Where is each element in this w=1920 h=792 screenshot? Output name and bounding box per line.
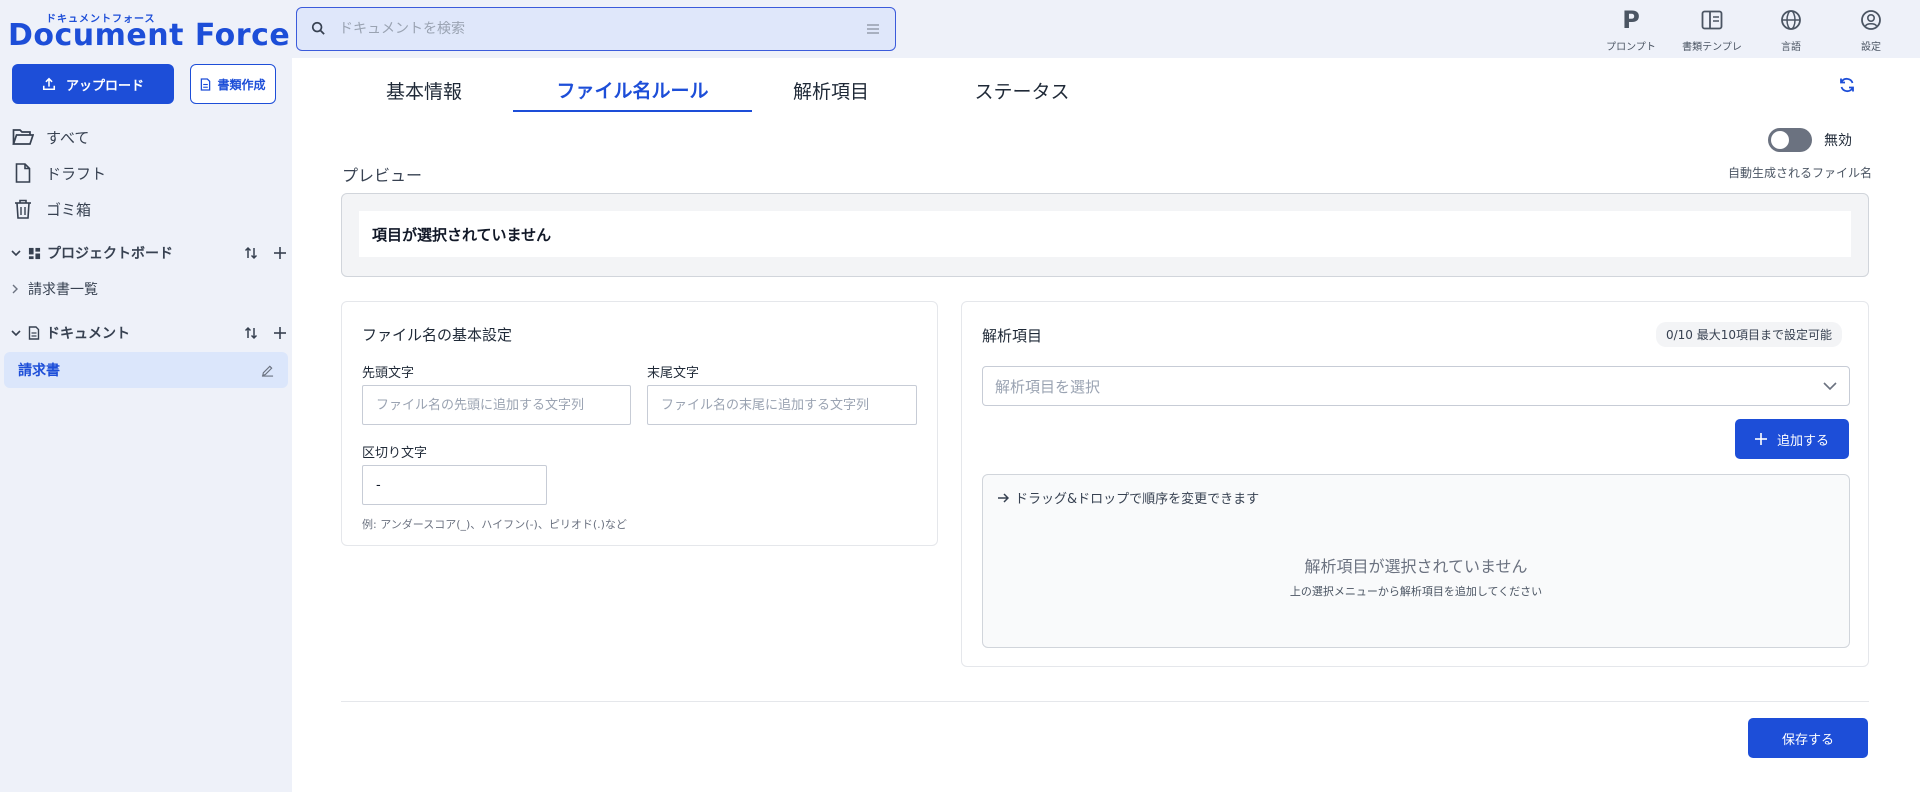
prefix-input[interactable] (362, 385, 631, 425)
header-tool-label: プロンプト (1606, 42, 1656, 53)
header-tool-language[interactable]: 言語 (1751, 6, 1831, 56)
header-tool-label: 設定 (1861, 42, 1881, 53)
edit-icon[interactable] (261, 364, 274, 377)
search-bar (296, 7, 896, 51)
main-panel: 基本情報 ファイル名ルール 解析項目 ステータス 無効 プレビュー 自動生成され… (292, 58, 1920, 792)
sidebar-item-all[interactable]: すべて (12, 122, 282, 152)
separator-example: 例: アンダースコア(_)、ハイフン(-)、ピリオド(.)など (362, 518, 627, 531)
separator-label: 区切り文字 (362, 446, 428, 461)
preview-title: プレビュー (342, 166, 423, 185)
sidebar-item-label: 請求書一覧 (28, 282, 98, 298)
chevron-right-icon (12, 284, 18, 294)
card-title: 解析項目 (982, 327, 1043, 345)
prefix-label: 先頭文字 (362, 366, 415, 381)
suffix-label: 末尾文字 (647, 366, 700, 381)
upload-button[interactable]: アップロード (12, 64, 174, 104)
sidebar-item-invoice-list[interactable]: 請求書一覧 (12, 276, 98, 302)
header-tool-template[interactable]: 書類テンプレ (1672, 6, 1752, 56)
project-board-section: プロジェクトボード (8, 240, 286, 266)
prompt-icon: P (1622, 6, 1640, 34)
header-tool-label: 言語 (1781, 42, 1801, 53)
preview-box: 項目が選択されていません (341, 193, 1869, 277)
user-settings-icon (1860, 6, 1882, 34)
header-tool-prompt[interactable]: P プロンプト (1591, 6, 1671, 56)
sidebar-item-label: すべて (46, 128, 90, 147)
basic-settings-card: ファイル名の基本設定 先頭文字 末尾文字 区切り文字 例: アンダースコア(_)… (341, 301, 938, 546)
tab-analysis-items[interactable]: 解析項目 (778, 68, 884, 112)
sidebar-item-label: ゴミ箱 (46, 200, 92, 219)
suffix-input[interactable] (647, 385, 917, 425)
upload-icon (42, 77, 56, 91)
auto-filename-toggle-wrap: 無効 (1768, 128, 1852, 152)
toggle-knob (1771, 131, 1789, 149)
document-icon (200, 77, 211, 91)
auto-filename-toggle[interactable] (1768, 128, 1812, 152)
add-icon[interactable] (274, 247, 286, 259)
filter-menu-icon[interactable] (865, 22, 881, 36)
card-title: ファイル名の基本設定 (362, 326, 513, 344)
separator-input[interactable] (362, 465, 547, 505)
document-icon (28, 326, 40, 340)
dashboard-icon (28, 247, 41, 260)
section-title: ドキュメント (46, 326, 130, 342)
toggle-label: 無効 (1824, 133, 1852, 149)
plus-icon (1754, 433, 1767, 445)
arrow-right-icon (997, 492, 1009, 503)
chevron-down-icon[interactable] (8, 249, 24, 257)
save-button[interactable]: 保存する (1748, 718, 1868, 758)
refresh-icon[interactable] (1838, 76, 1856, 98)
file-icon (12, 163, 34, 183)
add-item-button[interactable]: 追加する (1735, 419, 1849, 459)
drag-hint: ドラッグ&ドロップで順序を変更できます (997, 488, 1259, 507)
drag-hint-text: ドラッグ&ドロップで順序を変更できます (1015, 492, 1260, 507)
folder-open-icon (12, 128, 34, 146)
logo-text: Document Force (8, 18, 291, 53)
globe-icon (1780, 6, 1802, 34)
item-dropzone[interactable]: ドラッグ&ドロップで順序を変更できます 解析項目が選択されていません 上の選択メ… (982, 474, 1850, 648)
chevron-down-icon (1823, 381, 1837, 391)
analysis-item-select[interactable]: 解析項目を選択 (982, 366, 1850, 406)
sidebar-item-label: 請求書 (18, 363, 60, 379)
template-icon (1701, 6, 1723, 34)
documents-section: ドキュメント (8, 320, 286, 346)
create-document-label: 書類作成 (217, 77, 266, 92)
upload-button-label: アップロード (65, 78, 144, 94)
header-tool-settings[interactable]: 設定 (1831, 6, 1911, 56)
sidebar-item-trash[interactable]: ゴミ箱 (12, 194, 282, 224)
section-title: プロジェクトボード (47, 246, 173, 262)
sort-icon[interactable] (244, 326, 258, 340)
empty-state-title: 解析項目が選択されていません (1304, 557, 1528, 576)
chevron-down-icon[interactable] (8, 329, 24, 337)
trash-icon (12, 199, 34, 219)
preview-filename: 項目が選択されていません (359, 211, 1851, 257)
divider (341, 701, 1869, 702)
header-tool-label: 書類テンプレ (1682, 42, 1742, 53)
select-placeholder: 解析項目を選択 (995, 377, 1101, 396)
empty-state-subtitle: 上の選択メニューから解析項目を追加してください (1289, 585, 1543, 598)
analysis-items-card: 解析項目 0/10 最大10項目まで設定可能 解析項目を選択 追加する ドラッグ… (961, 301, 1869, 667)
app-logo[interactable]: ドキュメントフォース Document Force (8, 10, 290, 53)
sort-icon[interactable] (244, 246, 258, 260)
add-item-label: 追加する (1776, 433, 1829, 449)
sidebar-item-invoice[interactable]: 請求書 (4, 352, 288, 388)
tab-basic-info[interactable]: 基本情報 (364, 68, 484, 112)
tab-status[interactable]: ステータス (952, 68, 1092, 112)
create-document-button[interactable]: 書類作成 (190, 64, 276, 104)
search-icon (311, 20, 325, 39)
add-icon[interactable] (274, 327, 286, 339)
preview-hint: 自動生成されるファイル名 (1727, 166, 1872, 180)
item-count-badge: 0/10 最大10項目まで設定可能 (1655, 322, 1842, 347)
sidebar-item-label: ドラフト (46, 164, 107, 183)
tab-filename-rules[interactable]: ファイル名ルール (513, 68, 752, 112)
sidebar-item-draft[interactable]: ドラフト (12, 158, 282, 188)
search-input[interactable] (339, 21, 865, 37)
